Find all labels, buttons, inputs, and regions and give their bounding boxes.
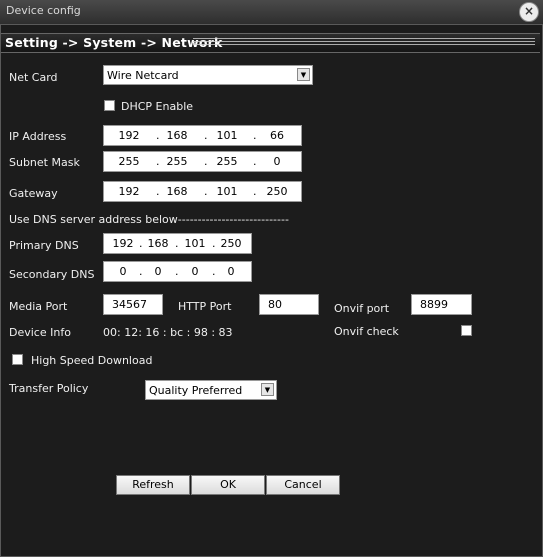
ip-octet: 66 xyxy=(270,129,284,142)
ip-dot: . xyxy=(156,129,160,142)
breadcrumb: Setting -> System -> Network xyxy=(1,33,540,53)
gateway-dot: . xyxy=(204,185,208,198)
subnet-mask-label: Subnet Mask xyxy=(9,156,80,169)
ip-octet: 101 xyxy=(216,129,238,142)
mask-dot: . xyxy=(253,155,257,168)
primary-dns-octet: 168 xyxy=(147,237,169,250)
subnet-mask-field[interactable]: 255 . 255 . 255 . 0 xyxy=(103,151,302,172)
dhcp-label: DHCP Enable xyxy=(121,100,194,113)
mask-octet: 255 xyxy=(216,155,238,168)
transfer-policy-label: Transfer Policy xyxy=(9,382,89,395)
onvif-port-input[interactable]: 8899 xyxy=(411,294,472,315)
secondary-dns-octet: 0 xyxy=(191,265,199,278)
secondary-dns-octet: 0 xyxy=(227,265,235,278)
window-title: Device config xyxy=(6,4,81,17)
primary-dns-field[interactable]: 192 . 168 . 101 . 250 xyxy=(103,233,252,254)
ip-dot: . xyxy=(204,129,208,142)
gateway-octet: 250 xyxy=(266,185,288,198)
mask-octet: 255 xyxy=(166,155,188,168)
mask-dot: . xyxy=(204,155,208,168)
secondary-dns-dot: . xyxy=(212,265,216,278)
http-port-input[interactable]: 80 xyxy=(259,294,319,315)
onvif-check-label: Onvif check xyxy=(334,325,399,338)
net-card-value: Wire Netcard xyxy=(107,69,179,82)
secondary-dns-dot: . xyxy=(175,265,179,278)
mask-octet: 0 xyxy=(273,155,281,168)
media-port-input[interactable]: 34567 xyxy=(103,294,163,315)
device-info-label: Device Info xyxy=(9,326,71,339)
ip-address-label: IP Address xyxy=(9,130,67,143)
mask-octet: 255 xyxy=(118,155,140,168)
secondary-dns-field[interactable]: 0 . 0 . 0 . 0 xyxy=(103,261,252,282)
title-bar: Device config × xyxy=(0,0,543,25)
ip-octet: 168 xyxy=(166,129,188,142)
media-port-label: Media Port xyxy=(9,300,68,313)
secondary-dns-dot: . xyxy=(139,265,143,278)
primary-dns-octet: 192 xyxy=(112,237,134,250)
transfer-policy-select[interactable]: Quality Preferred ▼ xyxy=(145,380,277,400)
header-decoration xyxy=(193,38,535,47)
cancel-button[interactable]: Cancel xyxy=(266,475,340,495)
transfer-policy-value: Quality Preferred xyxy=(149,384,243,397)
ok-button[interactable]: OK xyxy=(191,475,265,495)
close-icon[interactable]: × xyxy=(519,2,539,22)
gateway-octet: 101 xyxy=(216,185,238,198)
gateway-dot: . xyxy=(253,185,257,198)
mask-dot: . xyxy=(156,155,160,168)
device-info-value: 00: 12: 16 : bc : 98 : 83 xyxy=(103,326,233,339)
gateway-field[interactable]: 192 . 168 . 101 . 250 xyxy=(103,181,302,202)
primary-dns-label: Primary DNS xyxy=(9,239,79,252)
http-port-label: HTTP Port xyxy=(178,300,232,313)
secondary-dns-octet: 0 xyxy=(154,265,162,278)
primary-dns-octet: 101 xyxy=(184,237,206,250)
ip-dot: . xyxy=(253,129,257,142)
refresh-button[interactable]: Refresh xyxy=(116,475,190,495)
chevron-down-icon[interactable]: ▼ xyxy=(297,68,310,81)
ip-octet: 192 xyxy=(118,129,140,142)
high-speed-label: High Speed Download xyxy=(31,354,153,367)
primary-dns-octet: 250 xyxy=(220,237,242,250)
dhcp-checkbox[interactable] xyxy=(104,100,115,111)
onvif-port-label: Onvif port xyxy=(334,302,390,315)
secondary-dns-octet: 0 xyxy=(119,265,127,278)
gateway-label: Gateway xyxy=(9,187,58,200)
high-speed-checkbox[interactable] xyxy=(12,354,23,365)
primary-dns-dot: . xyxy=(139,237,143,250)
gateway-dot: . xyxy=(156,185,160,198)
onvif-check-checkbox[interactable] xyxy=(461,325,472,336)
breadcrumb-path: Setting -> System -> Network xyxy=(5,35,223,50)
dns-section-label: Use DNS server address below------------… xyxy=(9,213,289,226)
primary-dns-dot: . xyxy=(212,237,216,250)
gateway-octet: 168 xyxy=(166,185,188,198)
primary-dns-dot: . xyxy=(175,237,179,250)
net-card-select[interactable]: Wire Netcard ▼ xyxy=(103,65,313,85)
chevron-down-icon[interactable]: ▼ xyxy=(261,383,274,396)
ip-address-field[interactable]: 192 . 168 . 101 . 66 xyxy=(103,125,302,146)
gateway-octet: 192 xyxy=(118,185,140,198)
net-card-label: Net Card xyxy=(9,71,58,84)
secondary-dns-label: Secondary DNS xyxy=(9,268,95,281)
